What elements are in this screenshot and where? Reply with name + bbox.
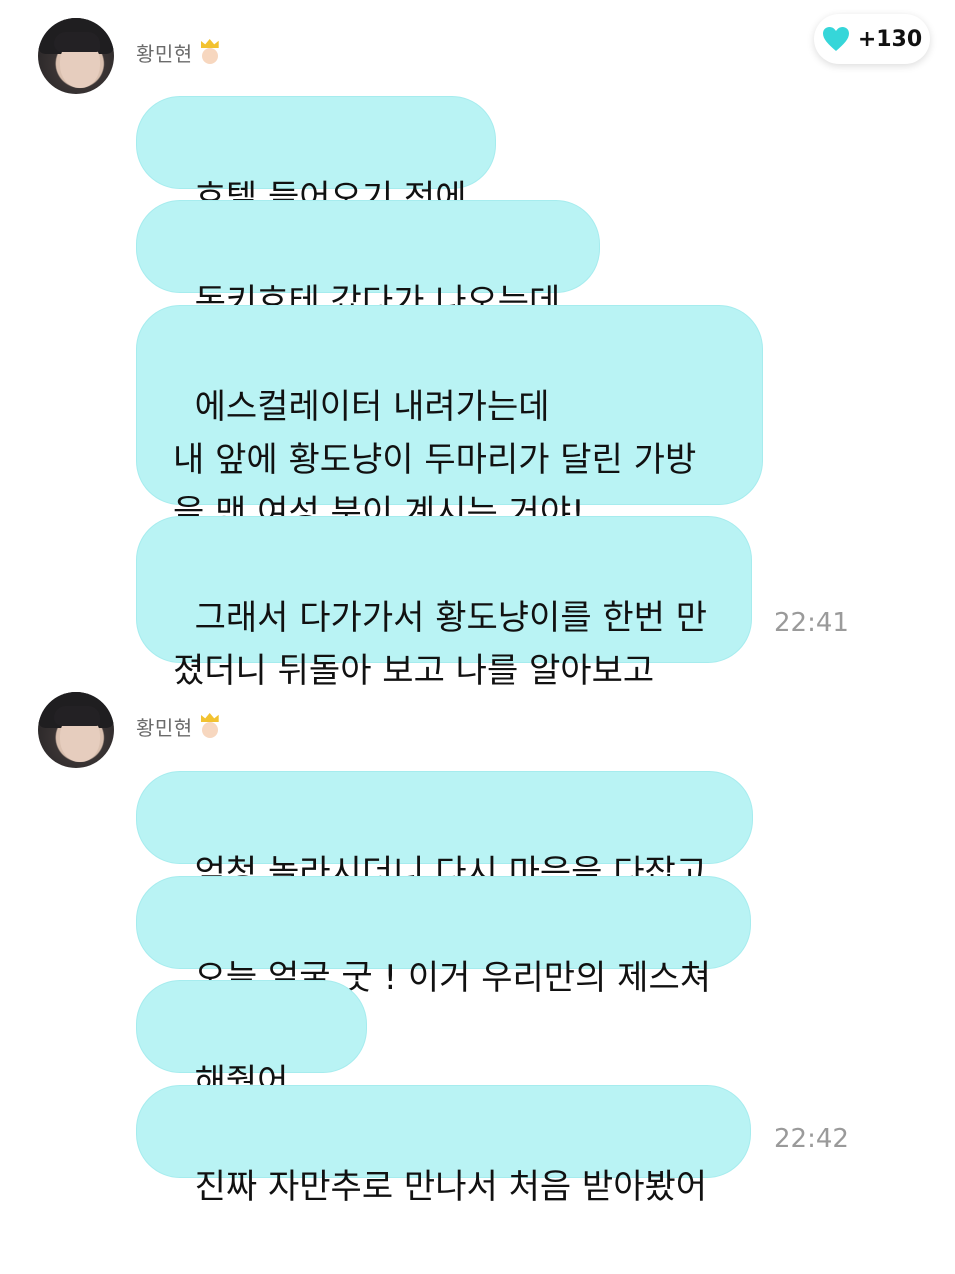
message-bubble[interactable]: 에스컬레이터 내려가는데 내 앞에 황도냥이 두마리가 달린 가방 을 맨 여성… (136, 305, 763, 533)
message-bubble[interactable]: 해줬어 (136, 980, 367, 1159)
message-text: 에스컬레이터 내려가는데 내 앞에 황도냥이 두마리가 달린 가방 을 맨 여성… (173, 387, 697, 533)
sender-header: 황민현 (136, 712, 221, 740)
message-bubble[interactable]: 엄청 놀라시더니 다시 마음을 다잡고 (136, 771, 753, 893)
avatar[interactable] (38, 18, 114, 94)
message-text: 진짜 자만추로 만나서 처음 받아봤어 (194, 1167, 708, 1207)
reaction-count-button[interactable]: +130 (814, 14, 930, 64)
heart-icon (822, 27, 849, 51)
message-bubble[interactable]: 돈키호테 갔다가 나오는데 (136, 200, 600, 322)
message-timestamp: 22:41 (774, 608, 849, 638)
reaction-count: +130 (857, 26, 923, 52)
message-bubble[interactable]: 호텔 들어오기 전에 (136, 96, 496, 218)
message-bubble[interactable]: 오늘 얼굴 굿 ! 이거 우리만의 제스쳐 (136, 876, 751, 998)
message-text: 그래서 다가가서 황도냥이를 한번 만 졌더니 뒤돌아 보고 나를 알아보고 (173, 598, 708, 691)
crown-emoji-icon (199, 713, 221, 739)
sender-name: 황민현 (136, 715, 193, 740)
sender-header: 황민현 (136, 38, 221, 66)
avatar[interactable] (38, 692, 114, 768)
sender-name: 황민현 (136, 41, 193, 66)
message-timestamp: 22:42 (774, 1124, 849, 1154)
message-bubble[interactable]: 그래서 다가가서 황도냥이를 한번 만 졌더니 뒤돌아 보고 나를 알아보고 (136, 516, 752, 691)
crown-emoji-icon (199, 39, 221, 65)
message-bubble[interactable]: 진짜 자만추로 만나서 처음 받아봤어 (136, 1085, 751, 1207)
